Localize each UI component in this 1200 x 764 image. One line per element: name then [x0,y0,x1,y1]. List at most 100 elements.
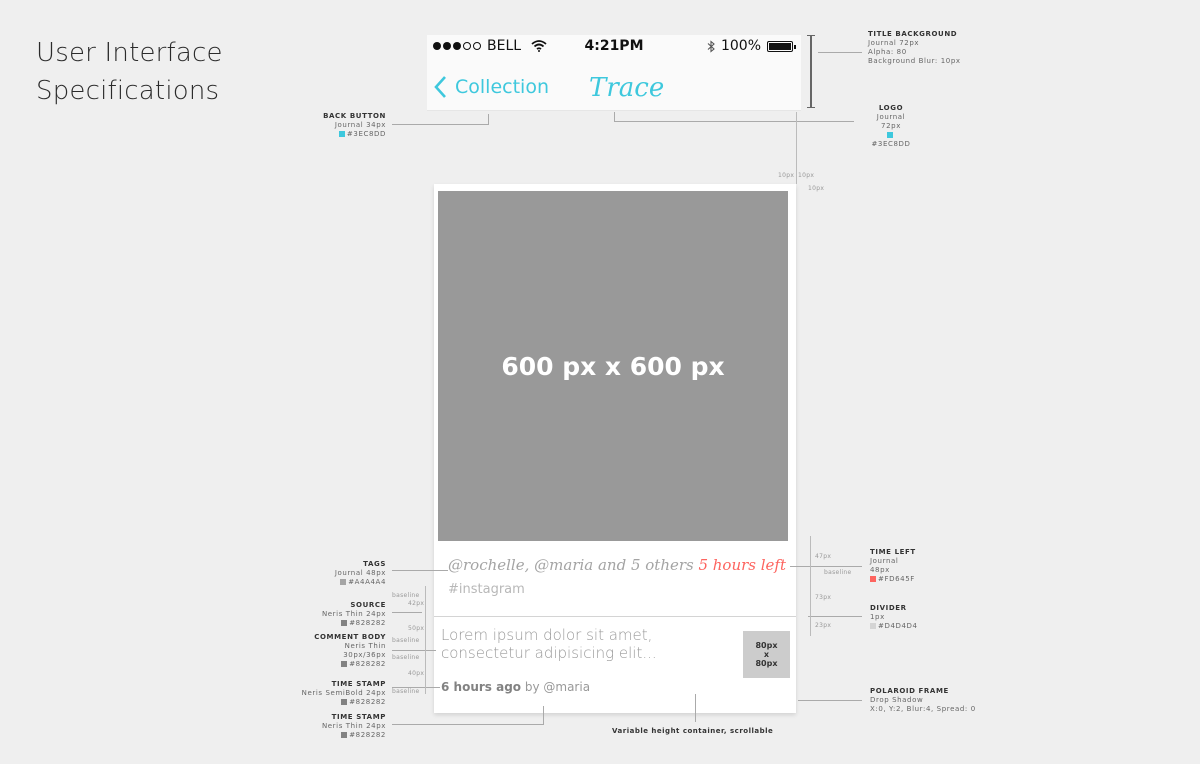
polaroid-frame[interactable]: 600 px x 600 px @rochelle, @maria and 5 … [434,184,796,713]
battery-icon [767,40,796,52]
annotation-text: 30px/36px [343,651,386,659]
timestamp: 6 hours ago by @maria [441,680,590,694]
back-button-label: Collection [455,76,549,98]
leader-line [614,112,615,122]
color-swatch [338,131,345,137]
bluetooth-icon [707,39,715,53]
leader-line [614,121,854,122]
source-tag[interactable]: #instagram [448,582,525,597]
dimension-label: baseline [392,592,420,599]
annotation-back-button: BACK BUTTON Journal 34px #3EC8DD [306,112,386,139]
annotation-logo: LOGO Journal 72px #3EC8DD [868,104,914,149]
timestamp-time: 6 hours ago [441,680,522,694]
timestamp-user[interactable]: @maria [543,680,590,694]
annotation-text: Neris Thin 24px [321,722,386,730]
annotation-text: #828282 [300,660,386,669]
container-caption: Variable height container, scrollable [612,727,774,735]
dimension-label: 10px [778,172,795,179]
logo: Trace [589,73,665,103]
color-swatch [341,699,348,705]
annotation-tags: TAGS Journal 48px #A4A4A4 [300,560,386,587]
annotation-text: Journal 48px [334,569,386,577]
annotation-time-stamp-semibold: TIME STAMP Neris SemiBold 24px #828282 [294,680,386,707]
swatch-hex: #828282 [349,731,386,739]
tags[interactable]: @rochelle, @maria and 5 others [448,556,694,574]
battery-percent: 100% [720,38,761,54]
divider [434,616,796,617]
chevron-left-icon [434,76,446,98]
annotation-text: Neris SemiBold 24px [301,689,386,697]
annotation-source: SOURCE Neris Thin 24px #828282 [300,601,386,628]
annotation-text: Neris Thin [344,642,386,650]
color-swatch [341,661,348,667]
dimension-label: baseline [392,637,420,644]
annotation-text: #3EC8DD [868,131,914,149]
swatch-hex: #D4D4D4 [878,622,918,630]
dimension-label: 47px [815,553,832,560]
swatch-hex: #828282 [349,619,386,627]
leader-line [790,566,862,567]
annotation-title: COMMENT BODY [314,633,386,641]
annotation-text: Alpha: 80 [868,48,907,56]
annotation-text: 1px [870,613,885,621]
annotation-text: 48px [870,566,890,574]
annotation-text: #D4D4D4 [870,622,918,631]
annotation-title: SOURCE [350,601,386,609]
dimension-label: baseline [392,654,420,661]
annotation-title: TIME STAMP [331,680,386,688]
color-swatch [341,620,348,626]
annotation-title: LOGO [878,104,904,112]
annotation-title-background: TITLE BACKGROUND Journal 72px Alpha: 80 … [868,30,961,66]
annotation-bracket-cap [807,35,815,36]
annotation-text: #3EC8DD [306,130,386,139]
annotation-text: 72px [881,122,901,130]
comment-thumbnail[interactable]: 80px x 80px [743,631,790,678]
dimension-label: baseline [824,569,852,576]
color-swatch [870,623,876,629]
swatch-hex: #3EC8DD [346,130,386,138]
dimension-label: 23px [815,622,832,629]
page-title-line-1: User Interface [36,38,223,68]
annotation-time-stamp-thin: TIME STAMP Neris Thin 24px #828282 [294,713,386,740]
thumb-line: x [763,650,770,659]
annotation-bracket [810,35,812,107]
swatch-hex: #828282 [349,660,386,668]
thumb-line: 80px [755,659,778,668]
photo-placeholder[interactable]: 600 px x 600 px [438,191,788,541]
annotation-title: TIME LEFT [870,548,916,556]
back-button[interactable]: Collection [433,75,549,99]
dimension-label: baseline [392,688,420,695]
annotation-title: TIME STAMP [331,713,386,721]
swatch-hex: #A4A4A4 [348,578,386,586]
navigation-bar: Collection Trace [427,69,801,109]
leader-line [392,570,448,571]
page-title: User Interface Specifications [36,34,223,110]
annotation-text: #FD645F [870,575,916,584]
time-left: 5 hours left [698,556,786,574]
dimension-line [425,586,426,694]
dimension-line [810,536,811,636]
annotation-text: Journal 34px [334,121,386,129]
dimension-label: 50px [408,625,425,632]
swatch-hex: #FD645F [878,575,915,583]
dimension-label: 10px [798,172,815,179]
leader-line [392,612,422,613]
annotation-text: X:0, Y:2, Blur:4, Spread: 0 [870,705,976,713]
leader-line [392,124,488,125]
leader-line [392,650,436,651]
leader-line [695,694,696,722]
annotation-title: POLAROID FRAME [870,687,949,695]
annotation-text: #828282 [294,731,386,740]
dimension-label: 40px [408,670,425,677]
swatch-hex: #3EC8DD [871,140,911,148]
annotation-divider: DIVIDER 1px #D4D4D4 [870,604,918,631]
annotation-text: #A4A4A4 [300,578,386,587]
color-swatch [341,732,348,738]
annotation-text: Journal 72px [868,39,920,47]
annotation-text: Journal [870,557,899,565]
leader-line [392,724,544,725]
color-swatch [340,579,347,585]
title-bar: BELL 4:21PM 100% Collection Trace [427,35,801,111]
leader-line [808,616,862,617]
annotation-title: DIVIDER [870,604,907,612]
